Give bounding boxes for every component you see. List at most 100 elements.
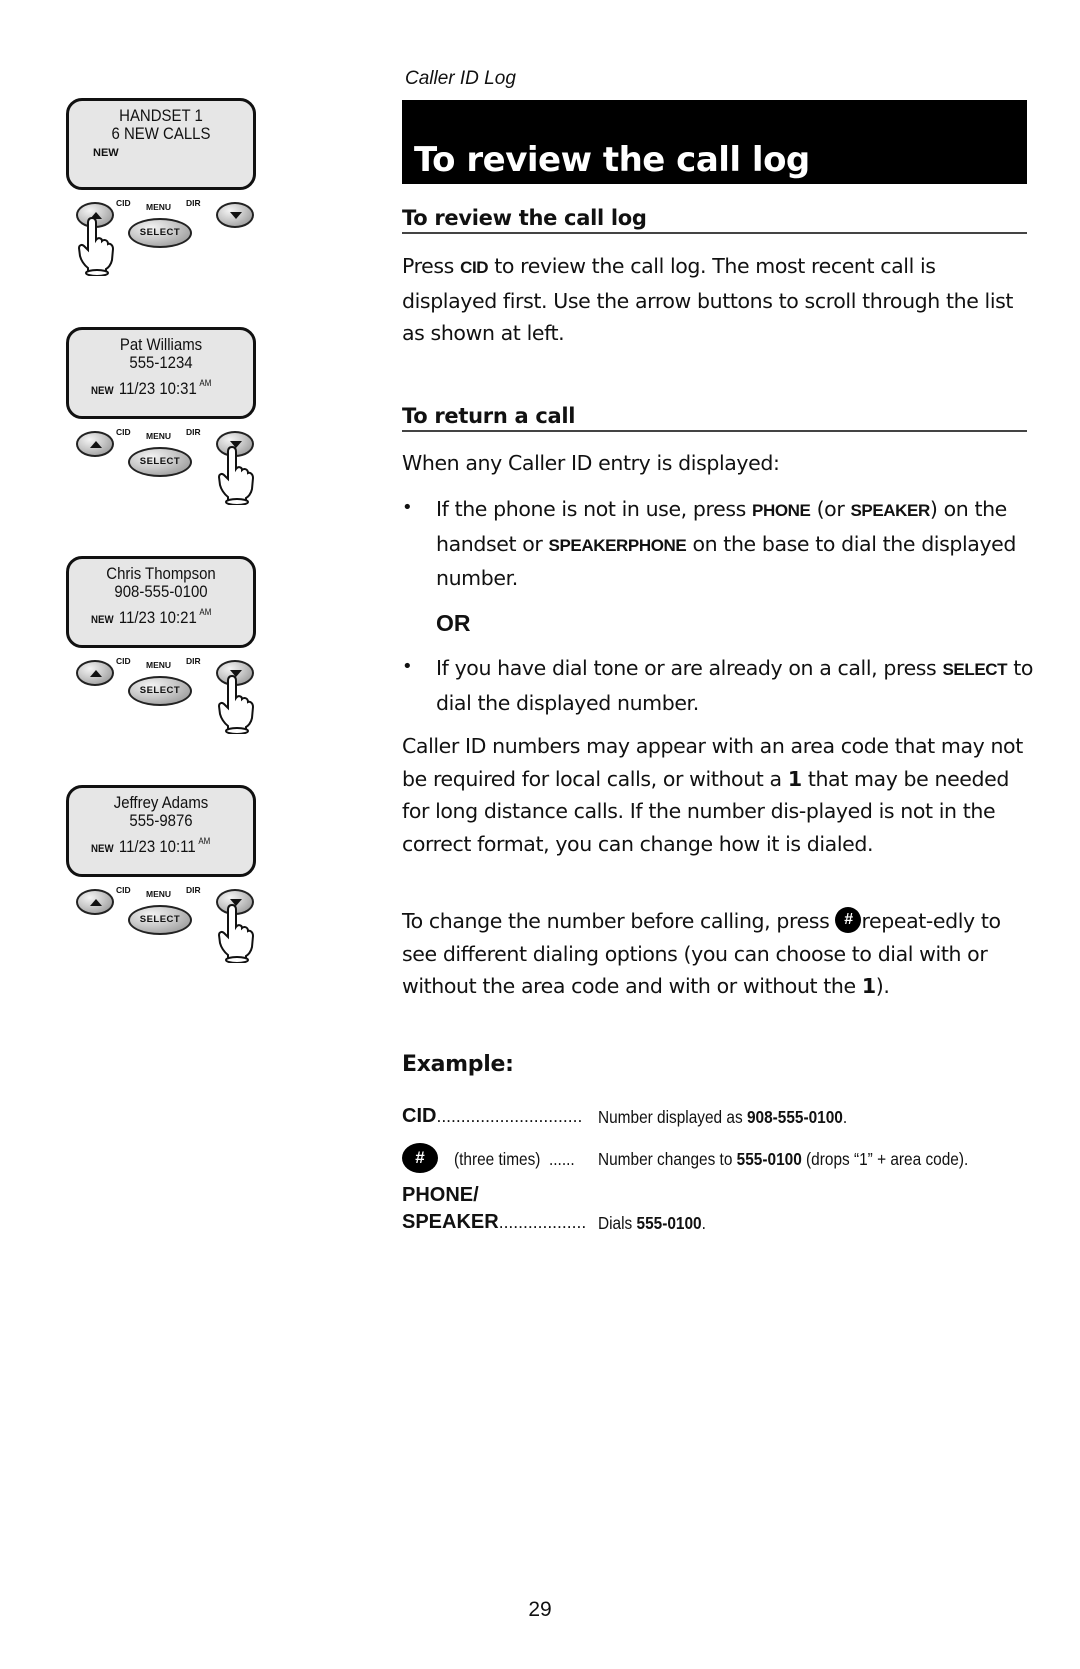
- lcd-new-flag: NEW: [91, 385, 114, 397]
- text-run: If the phone is not in use, press: [436, 497, 752, 521]
- up-arrow-icon: [90, 670, 102, 677]
- example-key: CID: [402, 1105, 437, 1127]
- example-key-line1: PHONE/: [402, 1184, 479, 1206]
- select-label: SELECT: [139, 685, 181, 696]
- example-description: Dials 555-0100.: [598, 1213, 706, 1234]
- up-arrow-button[interactable]: [76, 889, 114, 915]
- example-row: CID.............................. Number…: [402, 1105, 847, 1128]
- lcd-ampm: AM: [198, 836, 211, 846]
- review-heading: To review the call log: [402, 206, 1027, 234]
- phone-key-label: PHONE: [752, 501, 811, 520]
- page-title-bar: To review the call log: [402, 100, 1027, 184]
- lcd-caller-number: 555-1234: [129, 353, 193, 372]
- section-label: Caller ID Log: [405, 68, 516, 89]
- lcd-new-flag: NEW: [93, 147, 119, 159]
- text-run: Dials: [598, 1213, 637, 1233]
- lcd-ampm: AM: [199, 607, 212, 617]
- text-run: To change the number before calling, pre…: [402, 909, 836, 933]
- menu-label: MENU: [146, 431, 172, 441]
- cid-label: CID: [116, 656, 131, 666]
- example-description: Number displayed as 908-555-0100.: [598, 1107, 847, 1128]
- return-call-heading: To return a call: [402, 404, 1027, 432]
- handset-panel: HANDSET 1 6 NEW CALLS NEW CID MENU DIR S…: [62, 98, 272, 318]
- lcd-date-time: 11/23 10:21: [118, 608, 197, 627]
- menu-label: MENU: [146, 660, 172, 670]
- text-run: (drops “1” + area code).: [801, 1149, 969, 1169]
- lcd-caller-name: Jeffrey Adams: [113, 793, 209, 812]
- speakerphone-key-label: SPEAKERPHONE: [548, 535, 687, 555]
- text-run: If you have dial tone or are already on …: [436, 656, 943, 680]
- return-call-intro: When any Caller ID entry is displayed:: [402, 451, 780, 475]
- select-label: SELECT: [139, 914, 181, 925]
- lcd-caller-number: 555-9876: [129, 811, 193, 830]
- leader-dots: ..................: [498, 1212, 587, 1232]
- lcd-date-time: 11/23 10:31: [118, 379, 197, 398]
- lcd-new-flag: NEW: [91, 614, 114, 626]
- page-title: To review the call log: [414, 140, 810, 180]
- text-run: to review the call log. The most recent …: [402, 254, 1014, 345]
- select-key-label: SELECT: [942, 660, 1008, 679]
- pound-key-icon: #: [402, 1143, 438, 1173]
- lcd-call-time: NEW 11/23 10:11 AM: [91, 832, 210, 858]
- cid-label: CID: [116, 885, 131, 895]
- digit-one: 1: [787, 766, 802, 791]
- text-run: Number changes to: [598, 1149, 737, 1169]
- example-heading: Example:: [402, 1052, 514, 1077]
- select-label: SELECT: [139, 227, 181, 238]
- handset-panel: Jeffrey Adams 555-9876 NEW 11/23 10:11 AM …: [62, 785, 272, 1005]
- cid-label: CID: [116, 198, 131, 208]
- handset-lcd: Jeffrey Adams 555-9876 NEW 11/23 10:11 AM: [66, 785, 256, 877]
- menu-label: MENU: [146, 202, 172, 212]
- lcd-date-time: 11/23 10:11: [118, 837, 196, 856]
- review-paragraph: Press CID to review the call log. The mo…: [402, 250, 1032, 350]
- speaker-key-label: SPEAKER: [850, 501, 930, 520]
- dir-label: DIR: [186, 656, 201, 666]
- lcd-caller-name: Chris Thompson: [106, 564, 216, 583]
- text-run: (or: [810, 497, 851, 521]
- text-run: Number displayed as: [598, 1107, 747, 1127]
- dir-label: DIR: [186, 427, 201, 437]
- handset-lcd: Pat Williams 555-1234 NEW 11/23 10:31 AM: [66, 327, 256, 419]
- select-button[interactable]: SELECT: [128, 905, 192, 935]
- select-button[interactable]: SELECT: [128, 218, 192, 248]
- text-run: .: [842, 1107, 848, 1127]
- pointing-hand-icon: [78, 216, 114, 276]
- menu-label: MENU: [146, 889, 172, 899]
- up-arrow-icon: [90, 899, 102, 906]
- cid-label: CID: [116, 427, 131, 437]
- example-number: 555-0100: [736, 1149, 802, 1169]
- lcd-line-2: 6 NEW CALLS: [111, 124, 211, 143]
- bullet-phone-not-in-use: If the phone is not in use, press PHONE …: [436, 493, 1036, 595]
- lcd-caller-number: 908-555-0100: [114, 582, 208, 601]
- up-arrow-button[interactable]: [76, 660, 114, 686]
- or-label: OR: [436, 610, 471, 636]
- example-number: 908-555-0100: [746, 1107, 843, 1127]
- text-run: Press: [402, 254, 461, 278]
- change-number-paragraph: To change the number before calling, pre…: [402, 905, 1032, 1003]
- lcd-call-time: NEW 11/23 10:31 AM: [91, 374, 211, 400]
- example-description: Number changes to 555-0100 (drops “1” + …: [598, 1149, 968, 1170]
- cid-key-label: CID: [460, 258, 489, 277]
- bullet-icon: •: [402, 656, 413, 677]
- handset-panel: Chris Thompson 908-555-0100 NEW 11/23 10:…: [62, 556, 272, 776]
- handset-lcd: Chris Thompson 908-555-0100 NEW 11/23 10:…: [66, 556, 256, 648]
- handset-panel: Pat Williams 555-1234 NEW 11/23 10:31 AM C…: [62, 327, 272, 547]
- pointing-hand-icon: [218, 445, 254, 505]
- dir-label: DIR: [186, 198, 201, 208]
- lcd-caller-name: Pat Williams: [119, 335, 203, 354]
- lcd-new-flag: NEW: [91, 843, 114, 855]
- example-key-note: (three times) ......: [454, 1149, 575, 1170]
- pound-key-icon: #: [835, 907, 862, 933]
- down-arrow-button[interactable]: [216, 202, 254, 228]
- handset-lcd: HANDSET 1 6 NEW CALLS NEW: [66, 98, 256, 190]
- bullet-icon: •: [402, 497, 413, 518]
- select-button[interactable]: SELECT: [128, 676, 192, 706]
- text-run: ).: [875, 974, 890, 998]
- digit-one: 1: [861, 974, 876, 998]
- leader-dots: ..............................: [436, 1106, 583, 1126]
- dir-label: DIR: [186, 885, 201, 895]
- select-button[interactable]: SELECT: [128, 447, 192, 477]
- up-arrow-button[interactable]: [76, 431, 114, 457]
- example-key-line2: SPEAKER.................. Dials 555-0100…: [402, 1211, 706, 1234]
- example-key: SPEAKER: [402, 1211, 499, 1233]
